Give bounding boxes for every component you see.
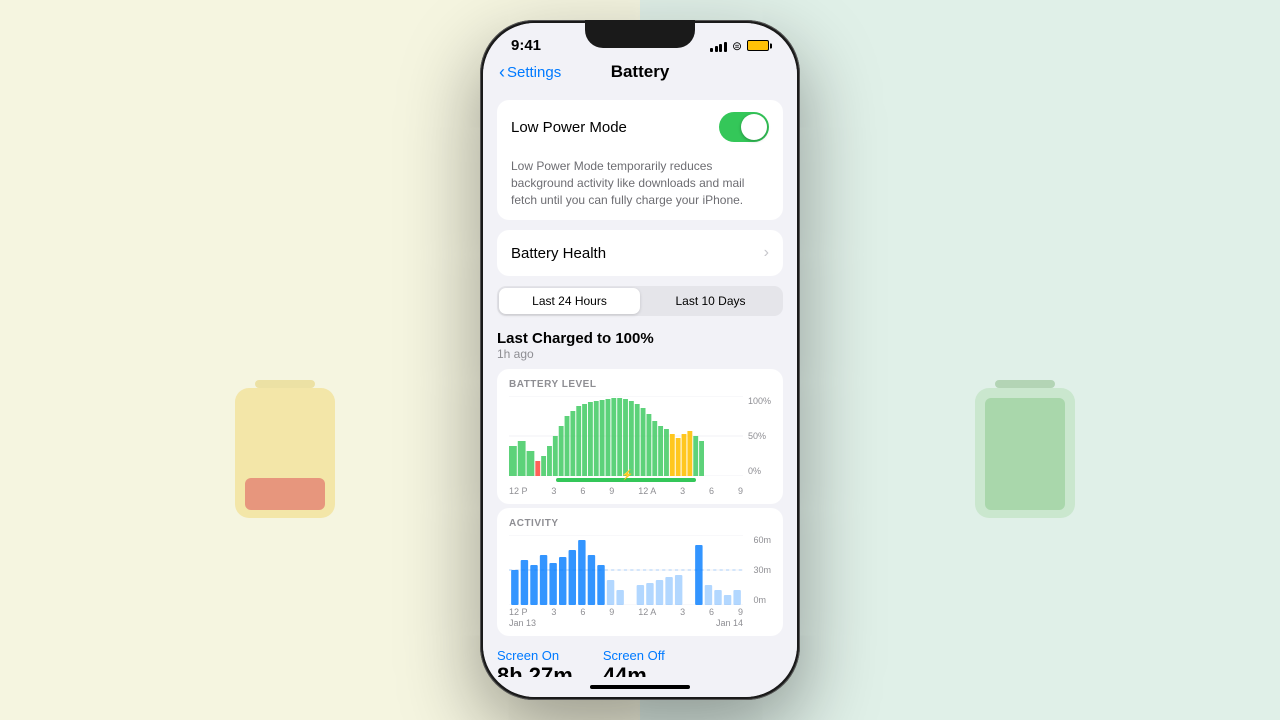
home-bar [590, 685, 690, 689]
back-button[interactable]: ‹ Settings [499, 62, 561, 83]
time-segment-control[interactable]: Last 24 Hours Last 10 Days [497, 286, 783, 316]
y-label-100: 100% [748, 396, 771, 406]
act-x-6a: 6 [709, 607, 714, 617]
date-jan14: Jan 14 [716, 618, 743, 628]
charge-subtitle: 1h ago [497, 347, 783, 361]
low-power-toggle[interactable] [719, 112, 769, 142]
scroll-content[interactable]: Low Power Mode Low Power Mode temporaril… [483, 90, 797, 677]
status-icons: ⊜ [710, 39, 769, 53]
segment-24h[interactable]: Last 24 Hours [499, 288, 640, 314]
back-chevron-icon: ‹ [499, 62, 505, 83]
battery-chart-area: 100% 50% 0% [509, 396, 771, 476]
activity-y-axis: 60m 30m 0m [753, 535, 771, 605]
battery-bars [509, 396, 743, 476]
charge-info: Last Charged to 100% 1h ago [483, 322, 797, 365]
activity-date-labels: Jan 13 Jan 14 [509, 618, 743, 628]
battery-health-row[interactable]: Battery Health › [497, 230, 783, 276]
battery-health-section[interactable]: Battery Health › [497, 230, 783, 276]
x-label-6a: 6 [709, 486, 714, 496]
act-x-12p: 12 P [509, 607, 528, 617]
act-y-30: 30m [753, 565, 771, 575]
activity-label: ACTIVITY [509, 518, 771, 529]
act-x-12a: 12 A [638, 607, 656, 617]
wifi-icon: ⊜ [732, 39, 742, 53]
y-label-50: 50% [748, 431, 771, 441]
screen-off-label: Screen Off [603, 648, 665, 663]
battery-icon-left [230, 370, 340, 520]
low-power-row: Low Power Mode [497, 100, 783, 154]
battery-icon-right [970, 370, 1080, 520]
battery-y-axis: 100% 50% 0% [748, 396, 771, 476]
act-x-3a: 3 [680, 607, 685, 617]
low-power-section: Low Power Mode Low Power Mode temporaril… [497, 100, 783, 220]
screen-on-stat: Screen On 8h 27m [497, 648, 573, 677]
act-x-9: 9 [609, 607, 614, 617]
navigation-bar: ‹ Settings Battery [483, 58, 797, 90]
phone-screen: 9:41 ⊜ ‹ Set [483, 23, 797, 697]
screen-stats: Screen On 8h 27m Screen Off 44m [483, 640, 797, 677]
background-wrapper: 9:41 ⊜ ‹ Set [0, 0, 1280, 720]
screen-on-value: 8h 27m [497, 663, 573, 677]
x-label-6: 6 [580, 486, 585, 496]
back-label[interactable]: Settings [507, 64, 561, 81]
low-power-description: Low Power Mode temporarily reduces backg… [497, 154, 783, 220]
act-x-3: 3 [551, 607, 556, 617]
act-x-6: 6 [580, 607, 585, 617]
home-indicator [483, 677, 797, 697]
act-y-60: 60m [753, 535, 771, 545]
signal-icon [710, 40, 727, 52]
x-label-3: 3 [551, 486, 556, 496]
status-time: 9:41 [511, 37, 541, 54]
x-label-12p: 12 P [509, 486, 528, 496]
date-jan13: Jan 13 [509, 618, 536, 628]
low-power-label: Low Power Mode [511, 119, 627, 136]
x-label-12a: 12 A [638, 486, 656, 496]
activity-bars-container [509, 535, 743, 605]
charging-indicator: ⚡ [509, 478, 743, 482]
screen-off-stat: Screen Off 44m [603, 648, 665, 677]
battery-level-chart: BATTERY LEVEL 100% 50% 0% [497, 369, 783, 504]
screen-off-value: 44m [603, 663, 665, 677]
segment-10d[interactable]: Last 10 Days [640, 288, 781, 314]
activity-x-axis: 12 P 3 6 9 12 A 3 6 9 [509, 607, 743, 617]
act-x-9a: 9 [738, 607, 743, 617]
x-label-9: 9 [609, 486, 614, 496]
notch [585, 20, 695, 48]
chevron-right-icon: › [764, 244, 769, 262]
phone-frame: 9:41 ⊜ ‹ Set [480, 20, 800, 700]
charge-title: Last Charged to 100% [497, 330, 783, 347]
activity-chart-area: 60m 30m 0m [509, 535, 771, 605]
battery-x-axis: 12 P 3 6 9 12 A 3 6 9 [509, 486, 743, 496]
x-label-3a: 3 [680, 486, 685, 496]
battery-icon [747, 40, 769, 51]
battery-health-label: Battery Health [511, 245, 606, 262]
toggle-knob [741, 114, 767, 140]
act-y-0: 0m [753, 595, 771, 605]
screen-on-label: Screen On [497, 648, 573, 663]
activity-chart: ACTIVITY 60m 30m 0m [497, 508, 783, 636]
x-label-9a: 9 [738, 486, 743, 496]
battery-level-label: BATTERY LEVEL [509, 379, 771, 390]
page-title: Battery [611, 62, 670, 82]
y-label-0: 0% [748, 466, 771, 476]
